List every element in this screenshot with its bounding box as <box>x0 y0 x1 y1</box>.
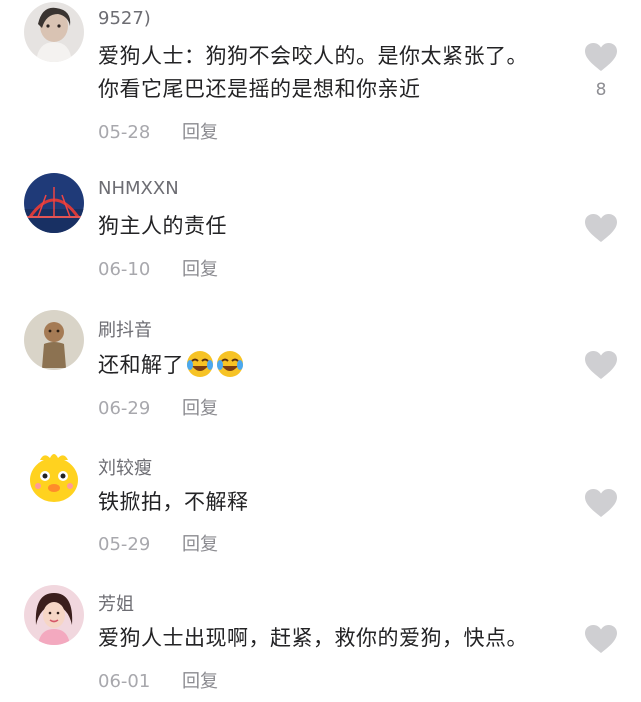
avatar-figure-icon[interactable] <box>24 310 84 370</box>
reply-button[interactable]: 回复 <box>182 259 218 280</box>
comment-text: 还和解了 <box>98 349 558 382</box>
avatar-cartoon-chick-icon[interactable] <box>24 448 84 508</box>
laughing-crying-emoji <box>186 350 214 378</box>
comment-username[interactable]: NHMXXN <box>98 178 179 199</box>
avatar-bridge-icon[interactable] <box>24 173 84 233</box>
reply-button[interactable]: 回复 <box>182 398 218 419</box>
comment-text-content: 还和解了 <box>98 353 184 377</box>
comment-username[interactable]: 刘较瘦 <box>98 454 152 480</box>
heart-icon[interactable] <box>584 350 618 380</box>
comment-date: 05-28 <box>98 122 151 143</box>
heart-icon[interactable] <box>584 488 618 518</box>
comment-username[interactable]: 9527) <box>98 8 151 29</box>
comment-date: 06-29 <box>98 398 151 419</box>
comment-meta: 06-10 回复 <box>98 255 218 281</box>
reply-button[interactable]: 回复 <box>182 534 218 555</box>
comment-date: 06-01 <box>98 671 151 692</box>
comment-username[interactable]: 刷抖音 <box>98 316 152 342</box>
like-count: 8 <box>595 80 607 100</box>
comment-date: 06-10 <box>98 259 151 280</box>
avatar-portrait-icon[interactable] <box>24 2 84 62</box>
comment-text: 铁掀拍，不解释 <box>98 490 249 514</box>
comment-meta: 05-28 回复 <box>98 118 218 144</box>
heart-icon[interactable] <box>584 624 618 654</box>
comment-meta: 06-01 回复 <box>98 667 218 693</box>
comment-meta: 06-29 回复 <box>98 394 218 420</box>
comment-meta: 05-29 回复 <box>98 530 218 556</box>
heart-icon[interactable] <box>584 42 618 72</box>
laughing-crying-emoji <box>216 350 244 378</box>
comment-username[interactable]: 芳姐 <box>98 590 134 616</box>
reply-button[interactable]: 回复 <box>182 671 218 692</box>
comment-date: 05-29 <box>98 534 151 555</box>
comment-text: 狗主人的责任 <box>98 214 227 238</box>
comment-text: 爱狗人士出现啊，赶紧，救你的爱狗，快点。 <box>98 626 528 650</box>
reply-button[interactable]: 回复 <box>182 122 218 143</box>
comment-text: 爱狗人士：狗狗不会咬人的。是你太紧张了。你看它尾巴还是摇的是想和你亲近 <box>98 44 528 101</box>
heart-icon[interactable] <box>584 213 618 243</box>
avatar-woman-portrait-icon[interactable] <box>24 585 84 645</box>
